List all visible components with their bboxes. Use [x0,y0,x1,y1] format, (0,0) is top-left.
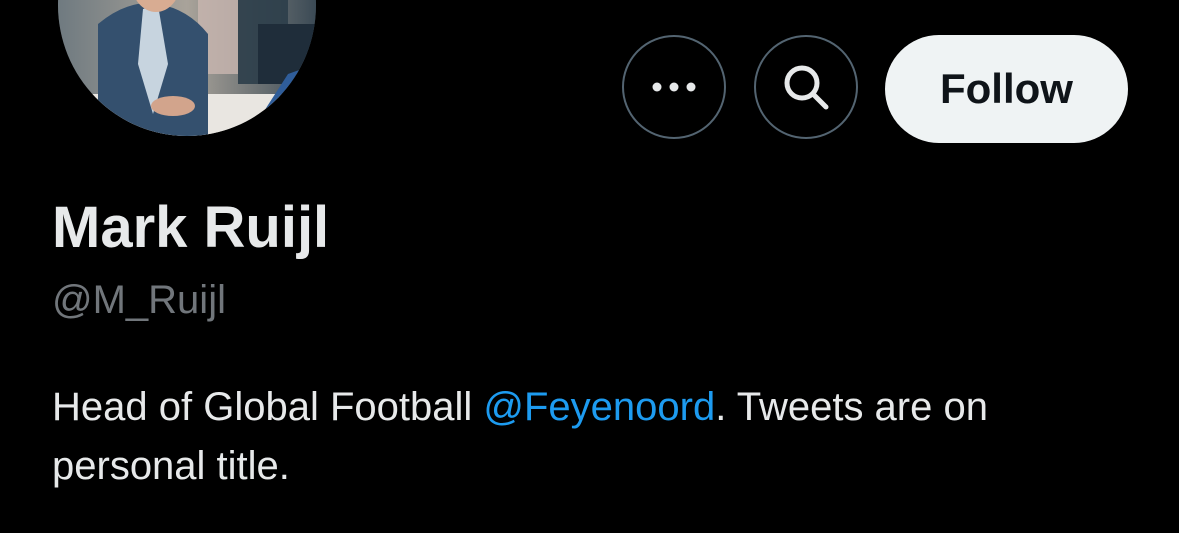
search-icon [784,65,829,110]
profile-bio: Head of Global Football @Feyenoord. Twee… [52,378,1152,496]
bio-text-prefix: Head of Global Football [52,385,484,429]
bio-mention-link[interactable]: @Feyenoord [483,385,715,429]
more-horizontal-icon [652,82,696,92]
display-name: Mark Ruijl [52,195,330,260]
profile-handle: @M_Ruijl [52,278,226,322]
more-options-button[interactable] [622,35,726,139]
avatar-photo [58,0,316,136]
avatar[interactable] [58,0,316,136]
follow-button[interactable]: Follow [885,35,1128,143]
search-button[interactable] [754,35,858,139]
